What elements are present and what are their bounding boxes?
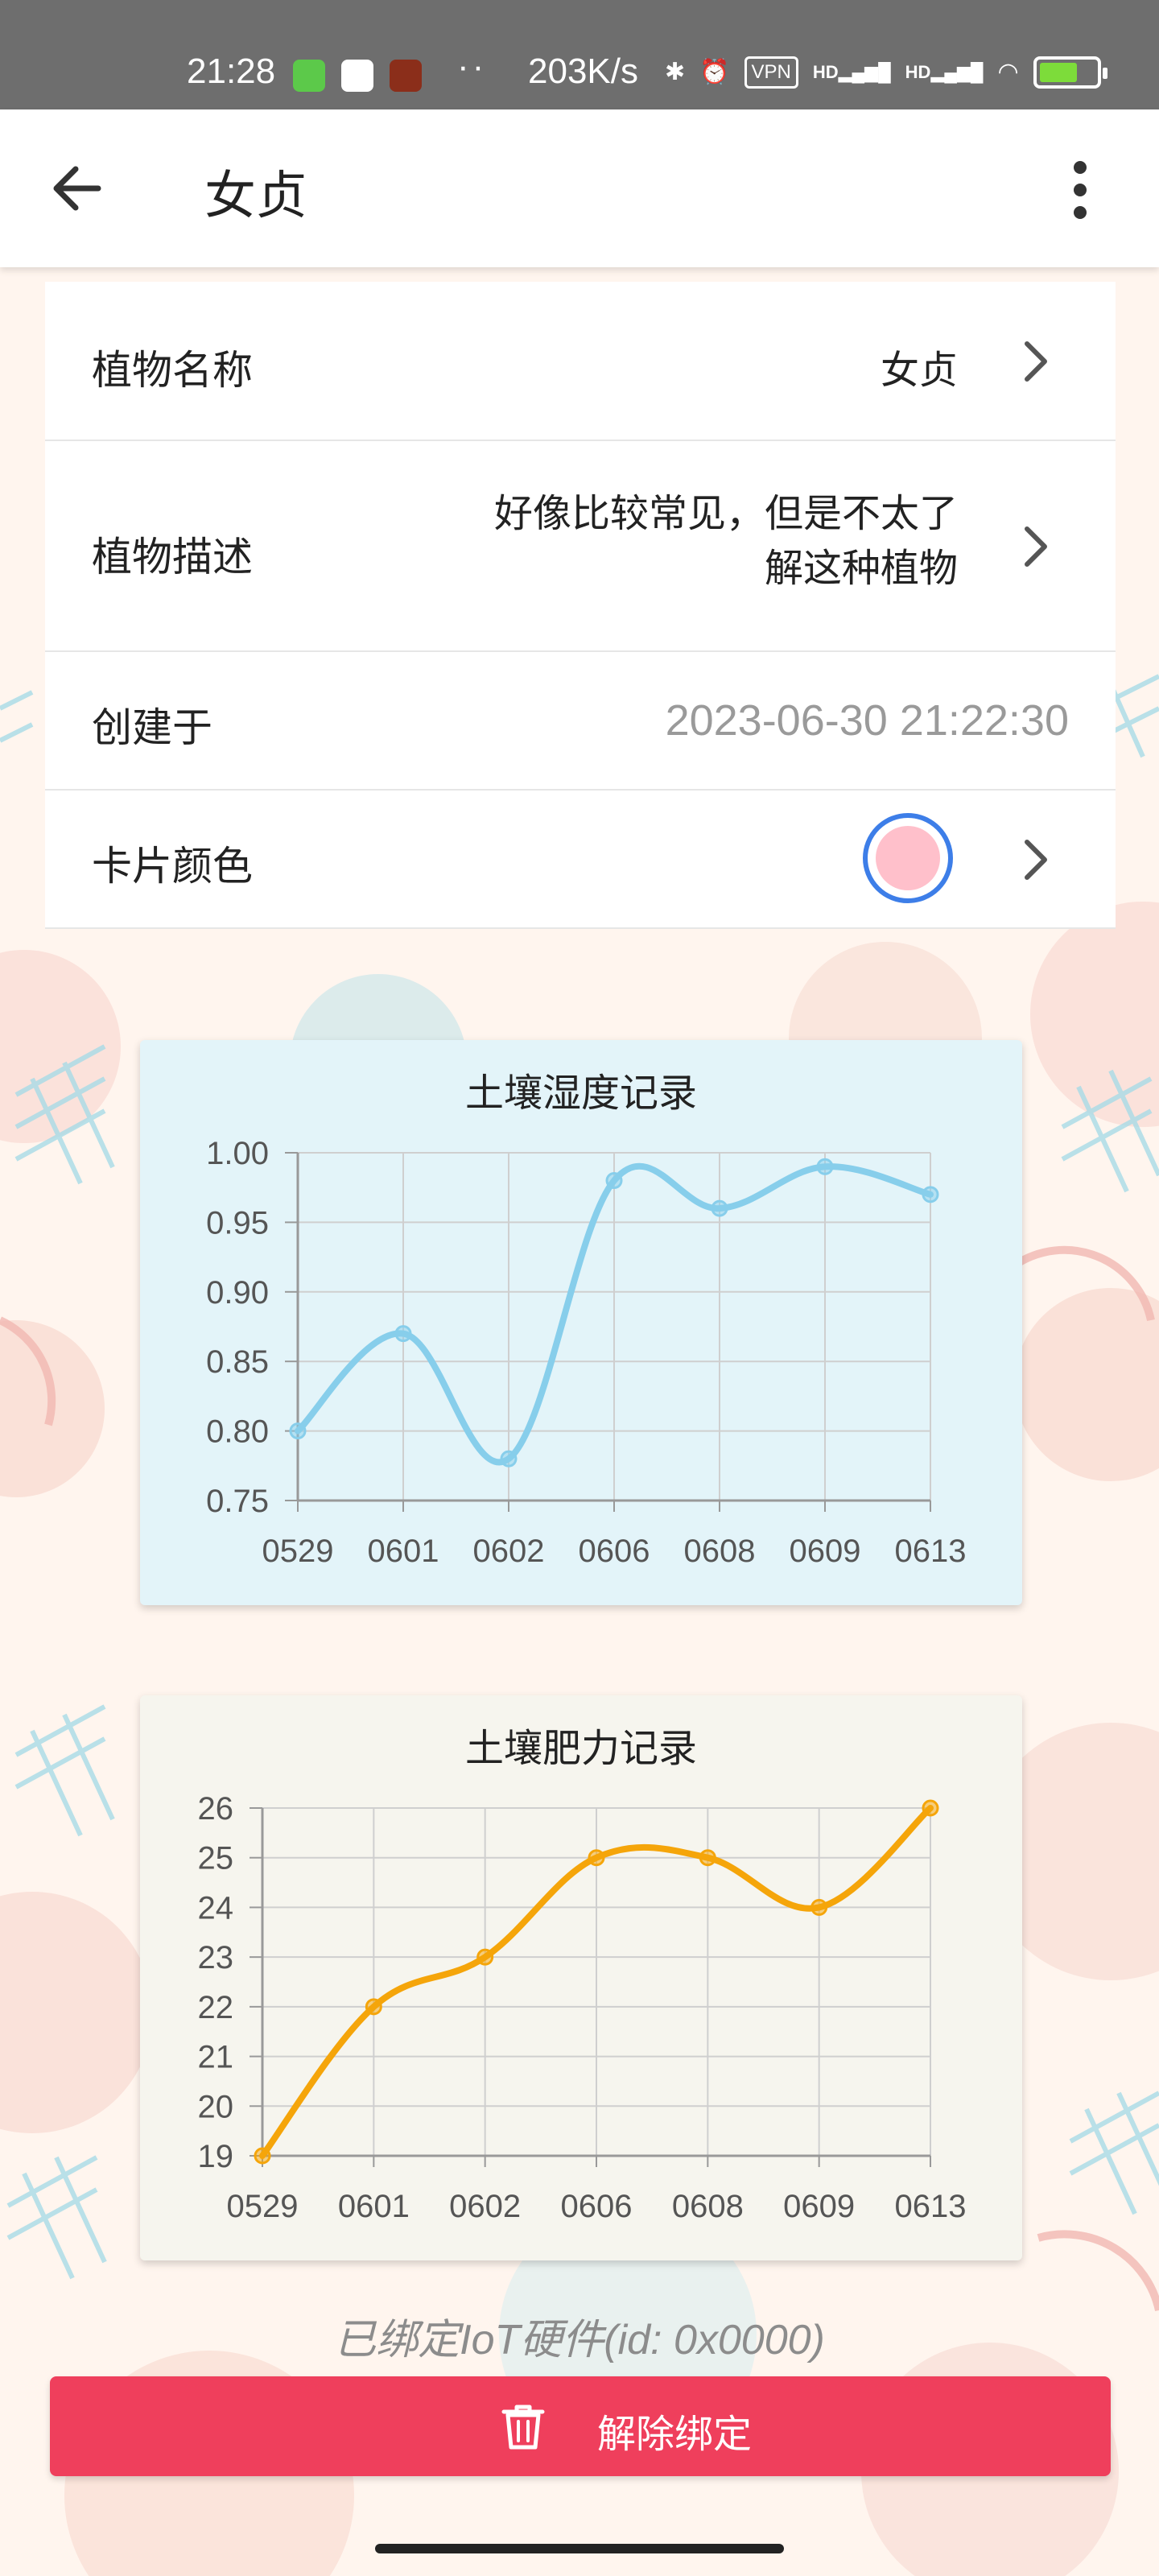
created-at-value: 2023-06-30 21:22:30 xyxy=(665,696,1069,745)
soil-fertility-chart-card: 土壤肥力记录 19 20 21 22 23 24 25 26 0529 0601 0602 0606 06… xyxy=(140,1695,1022,2260)
plant-description-label: 植物描述 xyxy=(92,534,253,580)
data-point xyxy=(922,1186,939,1203)
y-tick-label: 22 xyxy=(198,1990,234,2025)
y-tick-label: 21 xyxy=(198,2040,234,2075)
chevron-right-icon xyxy=(1025,341,1047,382)
chevron-right-icon xyxy=(1025,840,1047,880)
chevron-right-icon xyxy=(1025,526,1047,567)
y-tick-label: 24 xyxy=(198,1890,234,1926)
data-point xyxy=(254,2147,271,2165)
notification-icons xyxy=(293,60,422,92)
y-tick-label: 0.90 xyxy=(206,1275,269,1311)
unbind-button[interactable]: 解除绑定 xyxy=(50,2376,1111,2476)
x-tick-label: 0613 xyxy=(895,2189,967,2224)
signal-1-icon: HD▂▄▆█ xyxy=(812,62,891,82)
y-tick-label: 19 xyxy=(198,2139,234,2174)
hd-label-2: HD xyxy=(905,62,931,82)
signal-2-icon: HD▂▄▆█ xyxy=(905,62,984,82)
x-tick-label: 0609 xyxy=(783,2189,855,2224)
data-point xyxy=(816,1158,834,1175)
alarm-icon: ⏰ xyxy=(699,59,730,85)
x-tick-label: 0606 xyxy=(561,2189,633,2224)
x-tick-label: 0602 xyxy=(473,1534,545,1569)
y-tick-label: 23 xyxy=(198,1940,234,1975)
status-bar: 21:28 ·· 203K/s ✱ ⏰ VPN HD▂▄▆█ HD▂▄▆█ ◠ xyxy=(0,0,1159,109)
y-tick-label: 25 xyxy=(198,1841,234,1876)
unbind-button-label: 解除绑定 xyxy=(597,2412,753,2457)
data-point xyxy=(365,1998,382,2016)
bluetooth-icon: ✱ xyxy=(665,59,686,85)
card-color-label: 卡片颜色 xyxy=(92,843,253,890)
y-tick-label: 0.95 xyxy=(206,1205,269,1241)
plant-name-value: 女贞 xyxy=(880,348,958,393)
vpn-icon: VPN xyxy=(744,56,798,89)
app-thumbnail-icon xyxy=(390,60,422,92)
x-tick-label: 0601 xyxy=(338,2189,410,2224)
chart-title: 土壤肥力记录 xyxy=(465,1726,697,1771)
y-tick-label: 26 xyxy=(198,1791,234,1827)
soil-humidity-chart-card: 土壤湿度记录 0.75 0.80 0.85 0.90 0.95 1.00 0529 0601 06… xyxy=(140,1040,1022,1605)
y-tick-label: 0.80 xyxy=(206,1414,269,1450)
android-app-icon xyxy=(293,60,325,92)
created-at-label: 创建于 xyxy=(92,704,212,751)
plant-description-row[interactable]: 植物描述 好像比较常见，但是不太了解这种植物 xyxy=(45,441,1116,652)
data-point xyxy=(394,1325,412,1343)
data-point xyxy=(711,1199,728,1217)
qq-icon xyxy=(341,60,373,92)
trash-icon xyxy=(501,2405,545,2450)
y-tick-label: 0.75 xyxy=(206,1484,269,1519)
iot-binding-status: 已绑定IoT硬件(id: 0x0000) xyxy=(334,2317,825,2363)
x-tick-label: 0613 xyxy=(895,1534,967,1569)
x-tick-label: 0602 xyxy=(449,2189,521,2224)
hd-label-1: HD xyxy=(812,62,839,82)
plant-settings-card: 植物名称 女贞 植物描述 好像比较常见，但是不太了解这种植物 创建于 2023-… xyxy=(45,282,1116,929)
page-title: 女贞 xyxy=(204,167,307,226)
more-notifications-icon: ·· xyxy=(457,47,488,86)
soil-fertility-chart: 土壤肥力记录 19 20 21 22 23 24 25 26 0529 0601 0602 0606 06… xyxy=(198,1726,967,2224)
system-icons: ✱ ⏰ VPN HD▂▄▆█ HD▂▄▆█ ◠ xyxy=(665,56,1107,89)
x-tick-label: 0606 xyxy=(579,1534,650,1569)
y-tick-label: 0.85 xyxy=(206,1344,269,1380)
data-point xyxy=(605,1172,623,1190)
data-point xyxy=(810,1898,828,1916)
data-point xyxy=(699,1849,716,1867)
app-bar: 女贞 xyxy=(0,109,1159,267)
x-tick-label: 0609 xyxy=(790,1534,861,1569)
soil-humidity-chart: 土壤湿度记录 0.75 0.80 0.85 0.90 0.95 1.00 0529 0601 06… xyxy=(206,1071,967,1569)
x-tick-label: 0529 xyxy=(262,1534,334,1569)
y-tick-label: 1.00 xyxy=(206,1136,269,1171)
created-at-row: 创建于 2023-06-30 21:22:30 xyxy=(45,652,1116,791)
plant-name-label: 植物名称 xyxy=(92,347,253,394)
card-color-swatch[interactable] xyxy=(863,813,953,903)
plant-name-row[interactable]: 植物名称 女贞 xyxy=(45,282,1116,441)
status-time: 21:28 xyxy=(187,52,276,91)
plant-description-value: 好像比较常见，但是不太了解这种植物 xyxy=(493,491,958,591)
battery-icon xyxy=(1033,56,1107,89)
chart-title: 土壤湿度记录 xyxy=(465,1071,697,1116)
y-tick-label: 20 xyxy=(198,2089,234,2124)
x-tick-label: 0529 xyxy=(227,2189,299,2224)
home-indicator xyxy=(375,2544,784,2553)
x-tick-label: 0608 xyxy=(684,1534,756,1569)
data-point xyxy=(588,1849,605,1867)
more-options-icon[interactable] xyxy=(1064,158,1096,222)
x-tick-label: 0601 xyxy=(368,1534,439,1569)
card-color-row[interactable]: 卡片颜色 xyxy=(45,791,1116,929)
data-point xyxy=(289,1422,307,1440)
network-speed: 203K/s xyxy=(528,52,638,91)
back-arrow-icon[interactable] xyxy=(48,159,106,217)
wifi-icon: ◠ xyxy=(997,59,1019,85)
x-tick-label: 0608 xyxy=(672,2189,744,2224)
data-point xyxy=(500,1450,518,1468)
data-point xyxy=(476,1948,494,1966)
data-point xyxy=(922,1799,939,1817)
